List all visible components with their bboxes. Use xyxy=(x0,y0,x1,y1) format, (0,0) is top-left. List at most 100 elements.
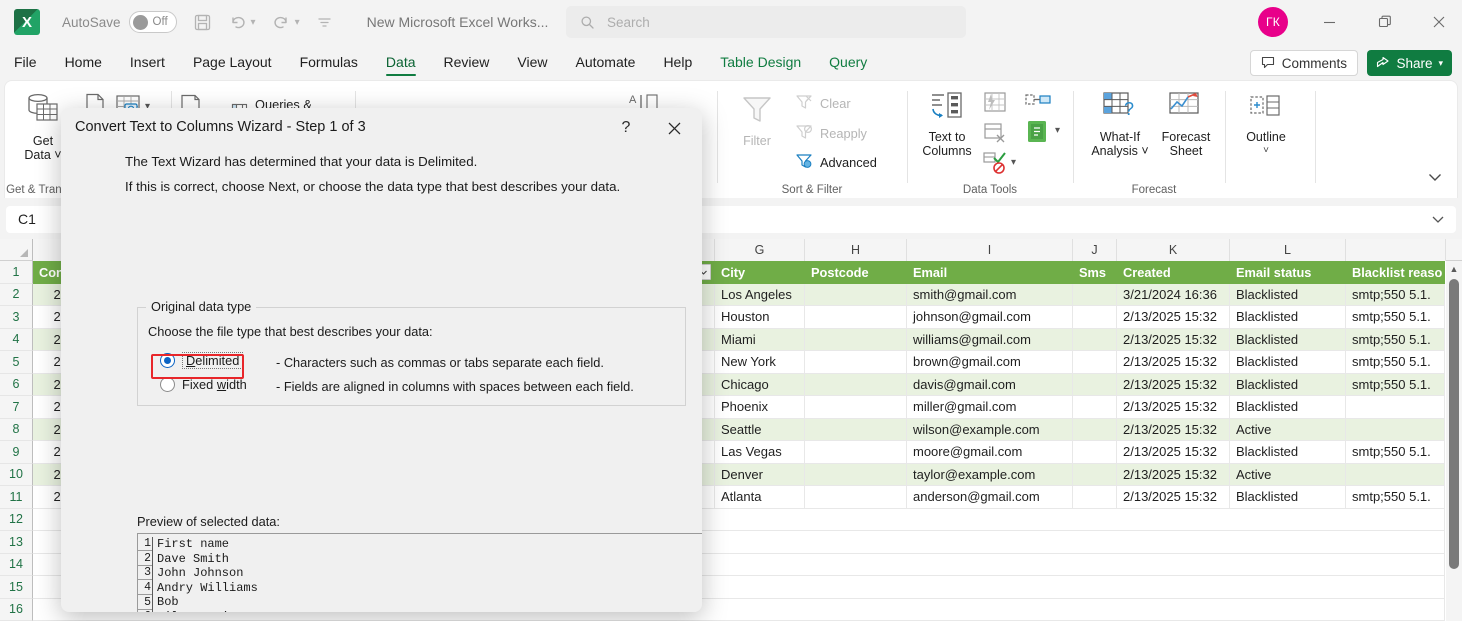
tab-automate[interactable]: Automate xyxy=(562,44,650,80)
tab-home[interactable]: Home xyxy=(51,44,116,80)
cell-blacklist-reason[interactable]: smtp;550 5.1. xyxy=(1346,486,1445,509)
cell-city[interactable]: Miami xyxy=(715,328,805,351)
radio-option-delimited[interactable]: Delimited xyxy=(160,352,244,369)
cell-email-status[interactable]: Blacklisted xyxy=(1230,283,1346,306)
cell-blacklist-reason[interactable]: smtp;550 5.1. xyxy=(1346,351,1445,374)
row-header-3[interactable]: 3 xyxy=(0,306,33,329)
close-icon[interactable] xyxy=(1416,0,1462,44)
radio-delimited-icon[interactable] xyxy=(160,353,175,368)
autosave-toggle[interactable]: Off xyxy=(128,11,177,33)
row-header-8[interactable]: 8 xyxy=(0,418,33,441)
row-header-9[interactable]: 9 xyxy=(0,441,33,464)
cell-email-status[interactable]: Blacklisted xyxy=(1230,396,1346,419)
cell-city[interactable]: Las Vegas xyxy=(715,441,805,464)
column-header-G[interactable]: G xyxy=(715,239,805,261)
cell-blacklist-reason[interactable]: smtp;550 5.1. xyxy=(1346,283,1445,306)
cell-sms[interactable] xyxy=(1073,418,1117,441)
row-header-1[interactable]: 1 xyxy=(0,261,33,284)
cell-blacklist-reason[interactable]: smtp;550 5.1. xyxy=(1346,306,1445,329)
tab-file[interactable]: File xyxy=(0,44,51,80)
collapse-ribbon-icon[interactable] xyxy=(1427,169,1443,190)
cell-postcode[interactable] xyxy=(805,486,907,509)
cell-email[interactable]: williams@gmail.com xyxy=(907,328,1073,351)
customize-quick-access-icon[interactable] xyxy=(316,14,333,31)
header-cell-blacklist-reason[interactable]: Blacklist reaso xyxy=(1346,261,1445,284)
close-icon[interactable] xyxy=(660,116,688,140)
row-header-10[interactable]: 10 xyxy=(0,463,33,486)
cell-postcode[interactable] xyxy=(805,328,907,351)
vertical-scrollbar-thumb[interactable] xyxy=(1449,279,1459,569)
cell-email-status[interactable]: Active xyxy=(1230,418,1346,441)
cell-sms[interactable] xyxy=(1073,373,1117,396)
row-header-11[interactable]: 11 xyxy=(0,486,33,509)
cell-blacklist-reason[interactable] xyxy=(1346,396,1445,419)
cell-email[interactable]: davis@gmail.com xyxy=(907,373,1073,396)
cell-sms[interactable] xyxy=(1073,441,1117,464)
radio-option-fixed-width[interactable]: Fixed width xyxy=(160,377,247,392)
select-all-button[interactable] xyxy=(0,239,33,261)
cell-email-status[interactable]: Blacklisted xyxy=(1230,486,1346,509)
header-cell-city[interactable]: City xyxy=(715,261,805,284)
cell-email[interactable]: smith@gmail.com xyxy=(907,283,1073,306)
cell-email-status[interactable]: Blacklisted xyxy=(1230,373,1346,396)
undo-chevron-down-icon[interactable]: ▾ xyxy=(251,17,256,28)
cell-blacklist-reason[interactable]: smtp;550 5.1. xyxy=(1346,328,1445,351)
cell-postcode[interactable] xyxy=(805,373,907,396)
outline-chevron-down-icon[interactable]: ˅ xyxy=(1263,144,1269,158)
cell-sms[interactable] xyxy=(1073,306,1117,329)
cell-postcode[interactable] xyxy=(805,418,907,441)
cell-created[interactable]: 2/13/2025 15:32 xyxy=(1117,441,1230,464)
expand-formula-bar-icon[interactable] xyxy=(1430,211,1446,232)
row-header-5[interactable]: 5 xyxy=(0,351,33,374)
cell-blacklist-reason[interactable]: smtp;550 5.1. xyxy=(1346,441,1445,464)
header-cell-created[interactable]: Created xyxy=(1117,261,1230,284)
minimize-icon[interactable] xyxy=(1306,0,1352,44)
column-header-M[interactable] xyxy=(1346,239,1446,261)
redo-chevron-down-icon[interactable]: ▾ xyxy=(295,17,300,28)
undo-icon[interactable] xyxy=(228,13,247,32)
scroll-up-icon[interactable]: ▲ xyxy=(1446,261,1462,277)
cell-email[interactable]: wilson@example.com xyxy=(907,418,1073,441)
save-icon[interactable] xyxy=(193,13,212,32)
column-header-J[interactable]: J xyxy=(1073,239,1117,261)
cell-city[interactable]: Chicago xyxy=(715,373,805,396)
cell-email[interactable]: moore@gmail.com xyxy=(907,441,1073,464)
share-button[interactable]: Share ▾ xyxy=(1367,50,1452,76)
cell-email[interactable]: johnson@gmail.com xyxy=(907,306,1073,329)
cell-email-status[interactable]: Active xyxy=(1230,463,1346,486)
help-icon[interactable]: ? xyxy=(612,116,640,140)
row-header-16[interactable]: 16 xyxy=(0,598,33,621)
cell-created[interactable]: 2/13/2025 15:32 xyxy=(1117,486,1230,509)
tab-table-design[interactable]: Table Design xyxy=(706,44,815,80)
clear-filter-button[interactable]: Clear xyxy=(795,93,851,114)
avatar[interactable]: ГК xyxy=(1258,7,1288,37)
column-header-K[interactable]: K xyxy=(1117,239,1230,261)
vertical-scrollbar[interactable]: ▲ xyxy=(1446,261,1462,621)
cell-created[interactable]: 2/13/2025 15:32 xyxy=(1117,396,1230,419)
comments-button[interactable]: Comments xyxy=(1249,50,1358,76)
share-chevron-down-icon[interactable]: ▾ xyxy=(1438,58,1443,69)
cell-email-status[interactable]: Blacklisted xyxy=(1230,351,1346,374)
row-header-12[interactable]: 12 xyxy=(0,508,33,531)
cell-created[interactable]: 2/13/2025 15:32 xyxy=(1117,306,1230,329)
outline-button[interactable]: Outline ˅ xyxy=(1235,93,1297,158)
cell-city[interactable]: Denver xyxy=(715,463,805,486)
header-cell-email[interactable]: Email xyxy=(907,261,1073,284)
cell-blacklist-reason[interactable]: smtp;550 5.1. xyxy=(1346,373,1445,396)
header-cell-email-status[interactable]: Email status xyxy=(1230,261,1346,284)
row-header-4[interactable]: 4 xyxy=(0,328,33,351)
row-header-15[interactable]: 15 xyxy=(0,576,33,599)
forecast-sheet-button[interactable]: Forecast Sheet xyxy=(1155,91,1217,158)
cell-blacklist-reason[interactable] xyxy=(1346,418,1445,441)
cell-postcode[interactable] xyxy=(805,306,907,329)
cell-city[interactable]: Los Angeles xyxy=(715,283,805,306)
cell-sms[interactable] xyxy=(1073,283,1117,306)
text-to-columns-button[interactable]: Text to Columns xyxy=(913,91,981,158)
row-header-2[interactable]: 2 xyxy=(0,283,33,306)
cell-city[interactable]: Houston xyxy=(715,306,805,329)
tab-formulas[interactable]: Formulas xyxy=(286,44,372,80)
cell-created[interactable]: 2/13/2025 15:32 xyxy=(1117,373,1230,396)
cell-created[interactable]: 2/13/2025 15:32 xyxy=(1117,463,1230,486)
reapply-filter-button[interactable]: Reapply xyxy=(795,123,867,144)
header-cell-sms[interactable]: Sms xyxy=(1073,261,1117,284)
